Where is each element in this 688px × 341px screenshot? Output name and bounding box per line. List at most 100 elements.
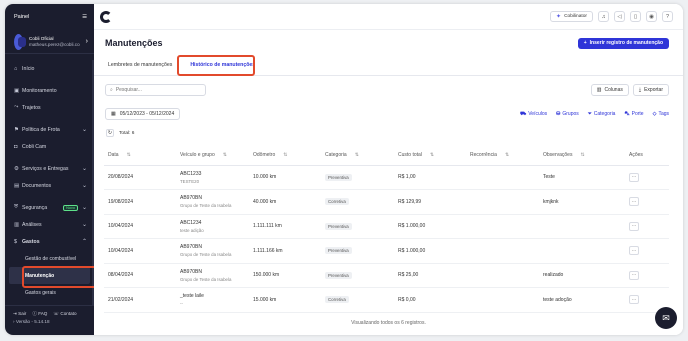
col-observacoes[interactable]: Observações ⇅ (539, 146, 625, 166)
col-categoria[interactable]: Categoria ⇅ (321, 146, 394, 166)
sidebar-item-label: Trajetos (22, 104, 41, 111)
cell-vehicle[interactable]: _teste laile -- (176, 287, 249, 313)
route-icon: ⤳ (14, 104, 19, 110)
version-label: › Versão - 5.14.18 (13, 319, 50, 324)
sidebar-item-0[interactable]: ⌂ Início (5, 60, 94, 77)
filter-porte[interactable]: ⛍ Porte (624, 111, 643, 118)
filter-grupos[interactable]: ⛁ Grupos (556, 111, 579, 118)
cell-actions: ⋯ (625, 238, 669, 264)
export-button[interactable]: ⤓ Exportar (632, 84, 669, 96)
cell-recurrence (466, 287, 539, 313)
faq-link[interactable]: ⓘ FAQ (32, 311, 47, 317)
sidebar-item-4[interactable]: ◘ Cobli Cam (5, 138, 94, 155)
cell-vehicle[interactable]: ABC1234 teste adição (176, 214, 249, 239)
more-actions-icon[interactable]: ⋯ (629, 221, 639, 231)
cell-date: 20/08/2024 (104, 165, 176, 190)
filter-tags[interactable]: ◇ Tags (653, 111, 669, 118)
cell-actions: ⋯ (625, 165, 669, 190)
user-profile[interactable]: Cobli Oficial matheus.perez@cobli.co › (5, 30, 94, 54)
services-icon: ⚙ (14, 165, 19, 172)
category-badge: Preventiva (325, 271, 352, 279)
help-icon[interactable]: ? (662, 11, 673, 22)
columns-button[interactable]: ▥ Colunas (590, 84, 629, 96)
more-actions-icon[interactable]: ⋯ (629, 172, 639, 182)
cell-cost: R$ 129,99 (394, 189, 466, 215)
sidebar-item-5[interactable]: ⚙ Serviços e Entregas ⌄ (5, 160, 94, 177)
filter-icon: ⏷ (587, 111, 592, 117)
chat-icon[interactable]: ✉ (655, 307, 677, 329)
topbar: ✦ Cobilinator ♫ ◁ ▯ ◉ ? (94, 4, 683, 30)
cell-cost: R$ 0,00 (394, 287, 466, 313)
insert-maintenance-button[interactable]: + Inserir registro de manutenção (577, 37, 669, 49)
more-actions-icon[interactable]: ⋯ (629, 246, 639, 256)
collapse-menu-icon[interactable]: ☰ (82, 14, 87, 20)
documents-icon: ▤ (14, 182, 20, 189)
cell-vehicle[interactable]: AB970BN Grupo de Teste da Isabela (176, 238, 249, 264)
table-row[interactable]: 10/04/2024 AB970BN Grupo de Teste da Isabe… (104, 238, 669, 264)
category-badge: Corretiva (325, 296, 349, 304)
more-actions-icon[interactable]: ⋯ (629, 295, 639, 305)
category-badge: Preventiva (325, 173, 352, 181)
table-row[interactable]: 08/04/2024 AB970BN Grupo de Teste da Isabe… (104, 263, 669, 288)
sidebar-item-label: Gastos (22, 238, 40, 245)
category-badge: Preventiva (325, 222, 352, 230)
search-row: ⌕ ▥ Colunas ⤓ Exportar (94, 79, 683, 101)
cell-vehicle[interactable]: AB970BN Grupo de Teste da Isabela (176, 263, 249, 288)
cell-category: Preventiva (321, 238, 394, 264)
cell-vehicle[interactable]: ABC1233 TESTE20 (176, 165, 249, 190)
sair-link[interactable]: ⇥ Sair (13, 311, 26, 317)
table-row[interactable]: 10/04/2024 ABC1234 teste adição 1.111.111 k… (104, 214, 669, 239)
sidebar-item-1[interactable]: ▣ Monitoramento (5, 82, 94, 99)
bell-icon[interactable]: ♫ (598, 11, 609, 22)
cell-recurrence (466, 165, 539, 190)
cobli-logo-icon[interactable] (100, 10, 112, 23)
sidebar-item-3[interactable]: ⚑ Política de Frota ⌄ (5, 121, 94, 138)
monitor-icon: ▣ (14, 87, 20, 94)
highlight-historico-tab (177, 55, 255, 76)
page-title: Manutenções (105, 38, 163, 48)
new-badge: Novo (63, 204, 78, 211)
col-acoes: Ações (625, 146, 669, 166)
cell-odometer: 1.111.111 km (249, 214, 321, 239)
eye-icon[interactable]: ◉ (646, 11, 657, 22)
cell-recurrence (466, 263, 539, 288)
search-box[interactable]: ⌕ (105, 84, 206, 96)
table-row[interactable]: 20/08/2024 ABC1233 TESTE20 10.000 km Prevent… (104, 165, 669, 190)
camera-icon: ◘ (14, 143, 18, 150)
col-custo[interactable]: Custo total ⇅ (394, 146, 466, 166)
table-row[interactable]: 21/02/2024 _teste laile -- 15.000 km Correti… (104, 287, 669, 313)
cell-vehicle[interactable]: AB970BN Grupo de Teste da Isabela (176, 189, 249, 215)
col-veiculo[interactable]: Veículo e grupo ⇅ (176, 146, 249, 166)
col-recorrencia[interactable]: Recorrência ⇅ (466, 146, 539, 166)
sidebar-item-8[interactable]: ▥ Análises ⌄ (5, 216, 94, 233)
more-actions-icon[interactable]: ⋯ (629, 270, 639, 280)
col-odometro[interactable]: Odômetro ⇅ (249, 146, 321, 166)
cell-recurrence (466, 189, 539, 215)
refresh-icon[interactable]: ↻ (106, 129, 114, 137)
tab-lembretes[interactable]: Lembretes de manutenções (108, 62, 172, 68)
contato-link[interactable]: ☏ Contato (53, 311, 76, 317)
sidebar-item-6[interactable]: ▤ Documentos ⌄ (5, 177, 94, 194)
cell-notes (539, 214, 625, 239)
cell-odometer: 150.000 km (249, 263, 321, 288)
filter-veiculos[interactable]: ⛟ Veículos (520, 111, 547, 118)
phone-icon[interactable]: ▯ (630, 11, 641, 22)
sidebar-item-7[interactable]: ⛨ Segurança Novo ⌄ (5, 199, 94, 216)
date-range-picker[interactable]: ▦ 05/12/2023 - 05/12/2024 (105, 108, 181, 120)
filter-categoria[interactable]: ⏷ Categoria (588, 111, 616, 118)
search-input[interactable] (115, 87, 196, 93)
sidebar-item-2[interactable]: ⤳ Trajetos (5, 99, 94, 116)
more-actions-icon[interactable]: ⋯ (629, 197, 639, 207)
cobilinator-button[interactable]: ✦ Cobilinator (550, 11, 593, 22)
sidebar-subitem-0[interactable]: Gestão de combustível (5, 250, 94, 267)
megaphone-icon[interactable]: ◁ (614, 11, 625, 22)
policy-icon: ⚑ (14, 126, 19, 133)
chevron-icon: ⌄ (81, 127, 87, 133)
table-row[interactable]: 19/08/2024 AB970BN Grupo de Teste da Isabe… (104, 189, 669, 215)
cell-category: Corretiva (321, 287, 394, 313)
cell-recurrence (466, 214, 539, 239)
chevron-icon: ⌃ (81, 239, 87, 245)
sparkle-icon: ✦ (556, 14, 562, 20)
sidebar-item-9[interactable]: $ Gastos ⌃ (5, 233, 94, 250)
col-data[interactable]: Data ⇅ (104, 146, 176, 166)
